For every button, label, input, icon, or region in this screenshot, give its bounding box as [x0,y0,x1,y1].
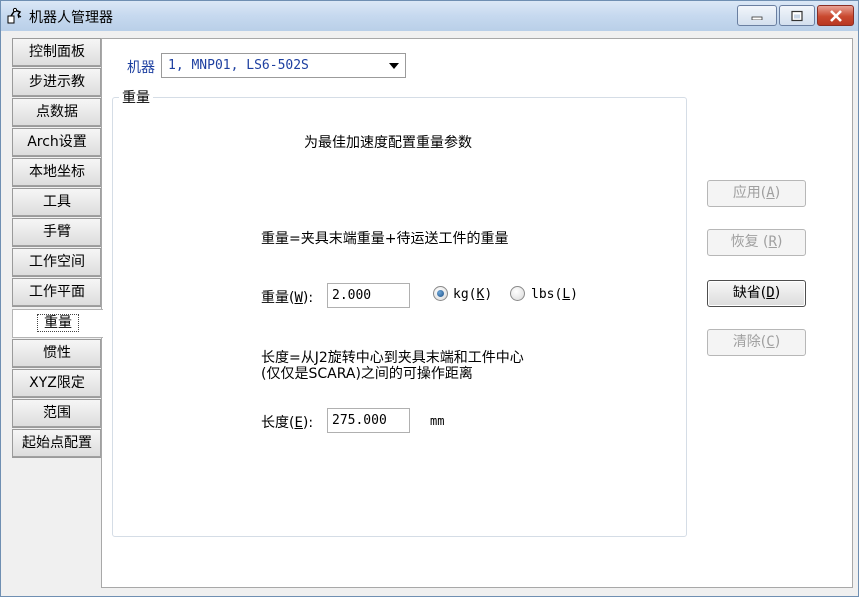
apply-button[interactable]: 应用(A) [707,180,806,207]
title-bar[interactable]: 机器人管理器 [1,1,858,31]
lbs-radio-label[interactable]: lbs(L) [531,287,578,302]
close-button[interactable] [817,5,854,26]
robot-select[interactable]: 1, MNP01, LS6-502S [161,53,406,78]
sidebar-tab-label: 工具 [43,194,71,210]
sidebar-tab-label: 点数据 [36,104,78,120]
weight-group-box [112,97,687,537]
sidebar-tab[interactable]: 点数据 [12,98,101,127]
sidebar-tab-label: 本地坐标 [29,164,85,180]
length-input[interactable]: 275.000 [327,408,410,433]
restore-button[interactable]: 恢复 (R) [707,229,806,256]
sidebar-tab-label: 步进示教 [29,74,85,90]
group-description: 为最佳加速度配置重量参数 [304,135,472,151]
sidebar-tab-label: 范围 [43,405,71,421]
robot-label: 机器 [127,60,155,76]
length-input-value: 275.000 [332,413,387,428]
sidebar-tab[interactable]: 惯性 [12,339,101,368]
weight-input[interactable]: 2.000 [327,283,410,308]
sidebar-tab-label: 工作平面 [29,284,85,300]
default-button[interactable]: 缺省(D) [707,280,806,307]
weight-input-value: 2.000 [332,288,372,303]
lbs-radio[interactable] [510,286,525,301]
length-description-line2: (仅仅是SCARA)之间的可操作距离 [261,366,473,382]
kg-radio[interactable] [433,286,448,301]
sidebar-tab-label: XYZ限定 [29,375,85,391]
robot-manager-window: 机器人管理器 控制面板步进示教点数据 Arch设置 本地坐标工具手臂工作空间工作平面… [0,0,859,597]
sidebar-tab-label: 手臂 [43,224,71,240]
sidebar-tab[interactable]: 本地坐标 [12,158,101,187]
sidebar-tab[interactable]: 步进示教 [12,68,101,97]
sidebar-tab[interactable]: 工具 [12,188,101,217]
clear-button[interactable]: 清除(C) [707,329,806,356]
maximize-button[interactable] [779,5,815,26]
robot-app-icon [7,7,22,24]
sidebar-tab[interactable]: 手臂 [12,218,101,247]
sidebar-tab-label: Arch设置 [27,134,87,150]
weight-label: 重量(W): [261,290,314,306]
sidebar-tab[interactable]: 工作空间 [12,248,101,277]
kg-radio-label[interactable]: kg(K) [453,287,492,302]
sidebar-tab-label: 起始点配置 [22,435,92,451]
sidebar-tab[interactable]: 控制面板 [12,38,101,67]
close-icon [829,9,842,22]
group-title: 重量 [119,87,153,107]
length-label: 长度(E): [261,415,314,431]
length-unit: mm [430,414,445,428]
minimize-icon [751,16,763,20]
sidebar-tab[interactable]: 工作平面 [12,278,101,307]
weight-formula: 重量=夹具末端重量+待运送工件的重量 [261,231,509,247]
window-title: 机器人管理器 [29,10,113,26]
sidebar-tab-label: 惯性 [43,345,71,361]
sidebar-tab[interactable]: Arch设置 [12,128,101,157]
sidebar-tab[interactable]: XYZ限定 [12,369,101,398]
minimize-button[interactable] [737,5,777,26]
sidebar-tab[interactable]: 重量 [12,309,103,338]
sidebar-tab-label: 重量 [37,314,79,332]
robot-select-value: 1, MNP01, LS6-502S [168,58,309,73]
maximize-icon [791,10,803,21]
sidebar-tab[interactable]: 起始点配置 [12,429,101,458]
sidebar-tab-label: 控制面板 [29,44,85,60]
sidebar-tab-label: 工作空间 [29,254,85,270]
chevron-down-icon[interactable] [389,63,399,69]
sidebar-tab[interactable]: 范围 [12,399,101,428]
